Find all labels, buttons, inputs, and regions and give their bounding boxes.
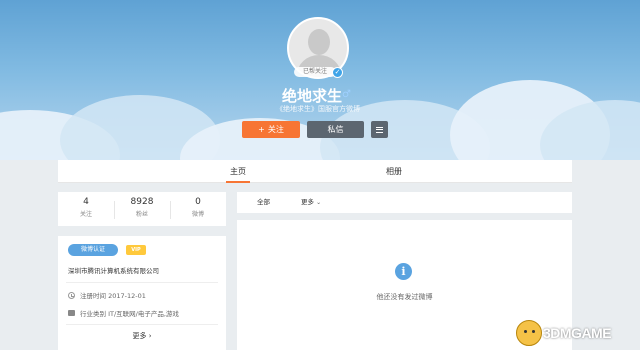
follow-button[interactable]: + 关注 [242, 121, 300, 138]
tab-album[interactable]: 相册 [374, 160, 414, 183]
verify-tag[interactable]: 微博认证 [68, 244, 118, 256]
stat-label: 关注 [79, 211, 92, 218]
industry-row: 行业类别 IT/互联网/电子产品,游戏 [68, 308, 179, 318]
male-icon: ♂ [342, 89, 351, 100]
mascot-icon [516, 320, 542, 346]
watermark-text: 3DMGAME [543, 325, 612, 341]
message-button[interactable]: 私信 [307, 121, 364, 138]
mascot-eye [524, 330, 527, 333]
profile-tabs: 主页 相册 [58, 160, 572, 183]
profile-subtitle: 《绝地求生》国服官方微博 [276, 105, 360, 113]
filter-all[interactable]: 全部 [257, 192, 270, 213]
vip-badge[interactable]: VIP [126, 245, 146, 255]
stat-value: 0 [195, 197, 201, 207]
info-more-link[interactable]: 更多 › [58, 331, 226, 341]
stat-label: 微博 [191, 211, 204, 218]
mascot-eye [532, 330, 535, 333]
avatar-head [308, 29, 330, 55]
briefcase-icon [68, 310, 75, 316]
watermark-logo: 3DMGAME [516, 318, 640, 350]
more-menu-button[interactable] [371, 121, 388, 138]
verified-icon: ✓ [332, 67, 343, 78]
tab-home[interactable]: 主页 [218, 160, 258, 183]
empty-feed-text: 他还没有发过微博 [376, 293, 433, 301]
info-icon: i [395, 263, 412, 280]
plus-icon: + [258, 125, 265, 134]
stat-value: 8928 [130, 197, 154, 207]
username: 绝地求生 [282, 87, 343, 105]
stat-posts[interactable]: 0 微博 [170, 197, 226, 218]
stat-following[interactable]: 4 关注 [58, 197, 114, 218]
industry: 行业类别 IT/互联网/电子产品,游戏 [80, 310, 179, 318]
divider [66, 282, 218, 283]
feed-filter-bar: 全部 更多 ⌄ [237, 192, 572, 213]
register-time-row: 注册时间 2017-12-01 [68, 290, 146, 300]
chevron-down-icon: ⌄ [316, 199, 322, 206]
message-label: 私信 [327, 125, 344, 134]
stats-panel: 4 关注 8928 粉丝 0 微博 [58, 192, 226, 226]
menu-icon [376, 126, 383, 133]
profile-info-card: 微博认证 VIP 深圳市腾讯计算机系统有限公司 注册时间 2017-12-01 … [58, 236, 226, 350]
company-name: 深圳市腾讯计算机系统有限公司 [68, 267, 159, 275]
stat-followers[interactable]: 8928 粉丝 [114, 197, 170, 218]
divider [66, 324, 218, 325]
filter-more[interactable]: 更多 ⌄ [301, 192, 321, 213]
avatar-badge: 已帮关注 [294, 67, 336, 77]
follow-label: 关注 [267, 125, 284, 134]
filter-more-label: 更多 [301, 198, 314, 206]
register-time: 注册时间 2017-12-01 [80, 292, 146, 300]
clock-icon [68, 291, 75, 299]
stat-value: 4 [83, 197, 89, 207]
stat-label: 粉丝 [135, 211, 148, 218]
